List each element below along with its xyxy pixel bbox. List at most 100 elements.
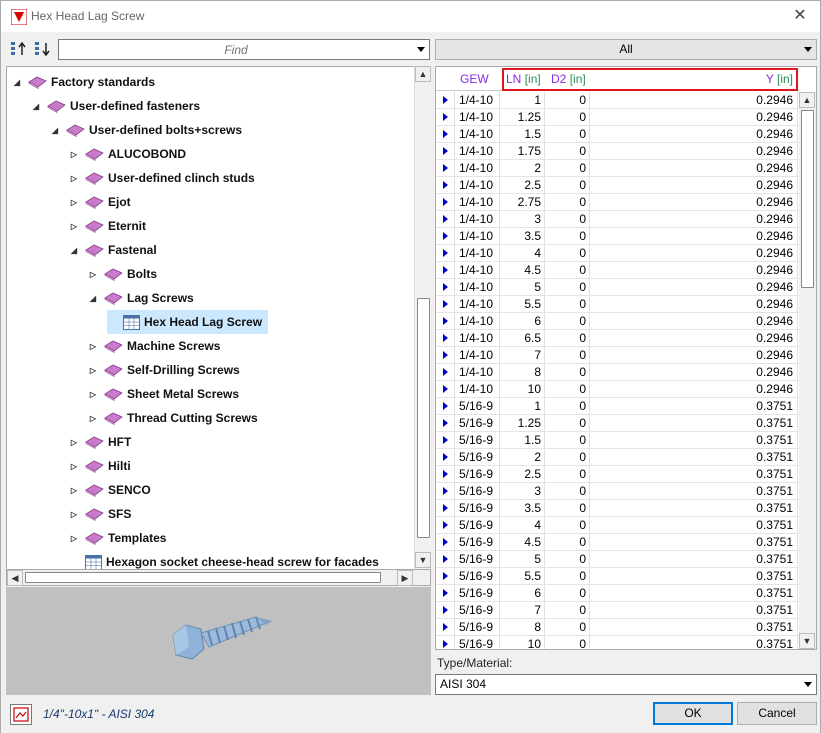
- table-cell[interactable]: 1.5: [500, 126, 545, 142]
- tree-item[interactable]: ▷ Eternit: [69, 214, 146, 238]
- table-cell[interactable]: 1/4-10: [456, 143, 500, 159]
- tree-vertical-scrollbar[interactable]: ▲ ▼: [414, 66, 431, 569]
- table-cell[interactable]: 5/16-9: [456, 517, 500, 533]
- table-row[interactable]: 1/4-10 7 0 0.2946: [436, 347, 799, 364]
- collapsed-arrow-icon[interactable]: ▷: [69, 197, 79, 207]
- table-row[interactable]: 5/16-9 3.5 0 0.3751: [436, 500, 799, 517]
- table-cell[interactable]: 6: [500, 585, 545, 601]
- table-cell[interactable]: 4: [500, 245, 545, 261]
- table-cell[interactable]: 0: [545, 534, 590, 550]
- table-cell[interactable]: 0.3751: [590, 415, 798, 431]
- scroll-up-icon[interactable]: ▲: [799, 92, 815, 108]
- table-cell[interactable]: 2.75: [500, 194, 545, 210]
- row-selector-icon[interactable]: [436, 398, 455, 414]
- tree-item[interactable]: ▷ Machine Screws: [88, 334, 220, 358]
- table-cell[interactable]: 0: [545, 330, 590, 346]
- table-row[interactable]: 1/4-10 1.5 0 0.2946: [436, 126, 799, 143]
- table-row[interactable]: 5/16-9 10 0 0.3751: [436, 636, 799, 649]
- table-row[interactable]: 5/16-9 3 0 0.3751: [436, 483, 799, 500]
- table-cell[interactable]: 1.75: [500, 143, 545, 159]
- row-selector-icon[interactable]: [436, 602, 455, 618]
- row-selector-icon[interactable]: [436, 415, 455, 431]
- table-cell[interactable]: 5/16-9: [456, 449, 500, 465]
- collapsed-arrow-icon[interactable]: ▷: [88, 341, 98, 351]
- table-cell[interactable]: 1.5: [500, 432, 545, 448]
- sort-descending-icon[interactable]: [34, 40, 52, 58]
- tree-item[interactable]: ▷ Templates: [69, 526, 166, 550]
- table-cell[interactable]: 1/4-10: [456, 194, 500, 210]
- row-selector-icon[interactable]: [436, 381, 455, 397]
- table-cell[interactable]: 5/16-9: [456, 415, 500, 431]
- table-cell[interactable]: 0.2946: [590, 177, 798, 193]
- table-row[interactable]: 5/16-9 1.25 0 0.3751: [436, 415, 799, 432]
- table-row[interactable]: 1/4-10 6.5 0 0.2946: [436, 330, 799, 347]
- table-cell[interactable]: 6.5: [500, 330, 545, 346]
- table-row[interactable]: 1/4-10 1.25 0 0.2946: [436, 109, 799, 126]
- table-cell[interactable]: 0.3751: [590, 585, 798, 601]
- table-cell[interactable]: 0: [545, 398, 590, 414]
- tree-item[interactable]: ◢ Factory standards: [12, 70, 155, 94]
- table-cell[interactable]: 5/16-9: [456, 466, 500, 482]
- table-cell[interactable]: 0: [545, 415, 590, 431]
- collapsed-arrow-icon[interactable]: ▷: [88, 365, 98, 375]
- row-selector-icon[interactable]: [436, 143, 455, 159]
- table-cell[interactable]: 0.3751: [590, 568, 798, 584]
- collapsed-arrow-icon[interactable]: ▷: [88, 413, 98, 423]
- expanded-arrow-icon[interactable]: ◢: [88, 293, 98, 303]
- table-cell[interactable]: 1/4-10: [456, 296, 500, 312]
- table-cell[interactable]: 2: [500, 160, 545, 176]
- tree-item[interactable]: ▷ Self-Drilling Screws: [88, 358, 240, 382]
- table-cell[interactable]: 4.5: [500, 534, 545, 550]
- table-cell[interactable]: 1/4-10: [456, 160, 500, 176]
- table-cell[interactable]: 5/16-9: [456, 483, 500, 499]
- table-cell[interactable]: 5/16-9: [456, 619, 500, 635]
- table-cell[interactable]: 1.25: [500, 415, 545, 431]
- table-cell[interactable]: 0: [545, 262, 590, 278]
- table-row[interactable]: 5/16-9 5 0 0.3751: [436, 551, 799, 568]
- table-cell[interactable]: 5/16-9: [456, 432, 500, 448]
- table-cell[interactable]: 0.3751: [590, 500, 798, 516]
- table-cell[interactable]: 0.3751: [590, 483, 798, 499]
- row-selector-icon[interactable]: [436, 619, 455, 635]
- row-selector-icon[interactable]: [436, 126, 455, 142]
- table-cell[interactable]: 0.3751: [590, 432, 798, 448]
- table-cell[interactable]: 0.2946: [590, 92, 798, 108]
- table-cell[interactable]: 1/4-10: [456, 228, 500, 244]
- expanded-arrow-icon[interactable]: ◢: [31, 101, 41, 111]
- table-cell[interactable]: 3: [500, 483, 545, 499]
- table-cell[interactable]: 1/4-10: [456, 245, 500, 261]
- row-selector-icon[interactable]: [436, 517, 455, 533]
- table-cell[interactable]: 0.2946: [590, 381, 798, 397]
- collapsed-arrow-icon[interactable]: ▷: [69, 461, 79, 471]
- tree-item[interactable]: ▷ Bolts: [88, 262, 157, 286]
- row-selector-icon[interactable]: [436, 245, 455, 261]
- chevron-down-icon[interactable]: [417, 47, 425, 52]
- table-cell[interactable]: 0: [545, 585, 590, 601]
- row-selector-icon[interactable]: [436, 160, 455, 176]
- collapsed-arrow-icon[interactable]: ▷: [69, 485, 79, 495]
- table-cell[interactable]: 0.3751: [590, 636, 798, 649]
- chevron-down-icon[interactable]: [804, 47, 812, 52]
- table-cell[interactable]: 1/4-10: [456, 279, 500, 295]
- table-cell[interactable]: 2.5: [500, 466, 545, 482]
- table-row[interactable]: 1/4-10 3.5 0 0.2946: [436, 228, 799, 245]
- row-selector-icon[interactable]: [436, 551, 455, 567]
- collapsed-arrow-icon[interactable]: ▷: [88, 269, 98, 279]
- table-cell[interactable]: 10: [500, 636, 545, 649]
- table-cell[interactable]: 0.3751: [590, 619, 798, 635]
- table-cell[interactable]: 0: [545, 602, 590, 618]
- table-cell[interactable]: 0: [545, 364, 590, 380]
- table-row[interactable]: 5/16-9 1.5 0 0.3751: [436, 432, 799, 449]
- row-selector-icon[interactable]: [436, 92, 455, 108]
- collapsed-arrow-icon[interactable]: ▷: [69, 221, 79, 231]
- row-selector-icon[interactable]: [436, 500, 455, 516]
- ok-button[interactable]: OK: [653, 702, 733, 725]
- scroll-down-icon[interactable]: ▼: [415, 552, 431, 568]
- table-row[interactable]: 1/4-10 2.75 0 0.2946: [436, 194, 799, 211]
- table-cell[interactable]: 0: [545, 347, 590, 363]
- type-material-dropdown[interactable]: AISI 304: [435, 674, 817, 695]
- tree-item[interactable]: ▷ Hilti: [69, 454, 131, 478]
- table-cell[interactable]: 5/16-9: [456, 534, 500, 550]
- table-cell[interactable]: 0: [545, 143, 590, 159]
- table-row[interactable]: 1/4-10 6 0 0.2946: [436, 313, 799, 330]
